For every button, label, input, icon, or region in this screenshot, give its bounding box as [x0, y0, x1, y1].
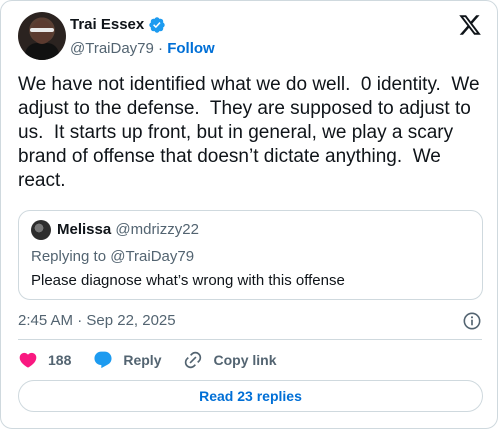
reply-button[interactable]: Reply [93, 350, 161, 370]
author-handle[interactable]: @TraiDay79 [70, 40, 154, 57]
heart-icon [19, 352, 37, 368]
info-icon[interactable] [462, 311, 482, 331]
quoted-tweet-text: Please diagnose what’s wrong with this o… [31, 272, 345, 289]
reply-label: Reply [123, 352, 162, 368]
author-name[interactable]: Trai Essex [70, 16, 144, 34]
link-icon [185, 351, 202, 369]
tweet-text: We have not identified what we do well. … [18, 74, 485, 191]
author-avatar[interactable] [18, 12, 66, 60]
replying-to-label: Replying to @TraiDay79 [31, 248, 195, 265]
avatar-face [32, 20, 52, 44]
quoted-author-handle: @mdrizzy22 [115, 221, 199, 238]
handle-separator: · [153, 40, 168, 57]
avatar-glasses [30, 28, 54, 32]
quoted-author-avatar [31, 220, 51, 240]
action-bar: 188 Reply Copy link [18, 349, 299, 371]
x-logo-icon[interactable] [458, 13, 482, 37]
tweet-timestamp[interactable]: 2:45 AM · Sep 22, 2025 [18, 312, 176, 330]
avatar-shirt [25, 43, 59, 60]
like-button[interactable]: 188 [18, 350, 71, 370]
like-count: 188 [48, 352, 72, 368]
follow-button[interactable]: Follow [167, 40, 215, 57]
quoted-author-row: Melissa @mdrizzy22 [57, 221, 199, 239]
quoted-author-name: Melissa [57, 221, 112, 238]
actions-divider [18, 339, 482, 340]
copy-link-label: Copy link [213, 352, 277, 368]
verified-badge-icon [149, 17, 165, 33]
speech-bubble-icon [94, 351, 112, 369]
author-name-row: Trai Essex [70, 16, 166, 34]
copy-link-button[interactable]: Copy link [183, 350, 277, 370]
author-handle-row: @TraiDay79 · Follow [70, 40, 215, 58]
tweet-card: Trai Essex @TraiDay79 · Follow We have n… [0, 0, 498, 429]
quoted-tweet[interactable]: Melissa @mdrizzy22 Replying to @TraiDay7… [18, 210, 483, 300]
read-replies-button[interactable]: Read 23 replies [18, 380, 483, 412]
